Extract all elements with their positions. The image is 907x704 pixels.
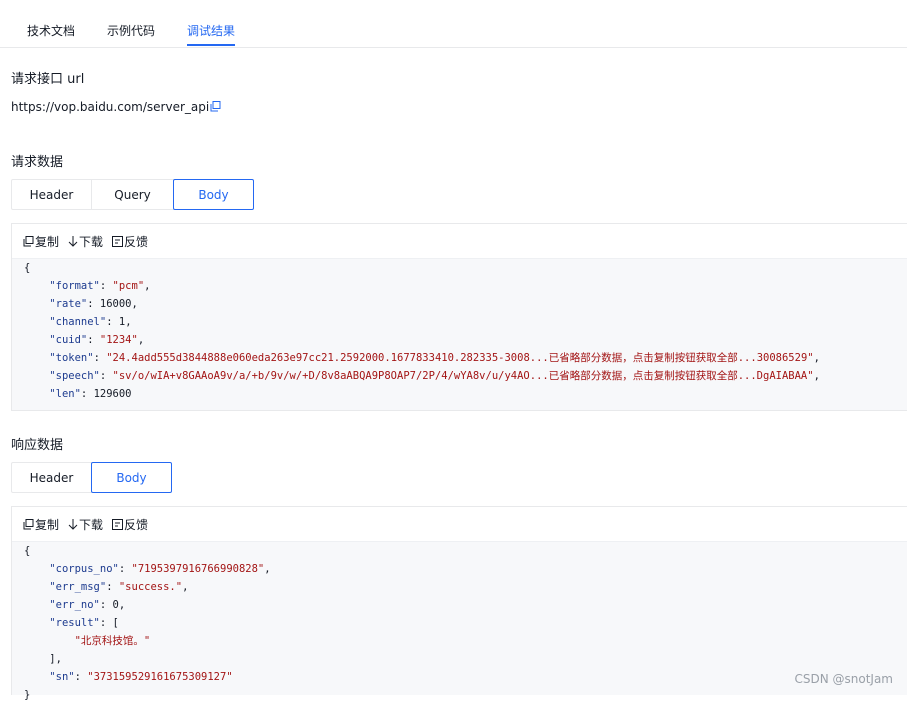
response-data-heading: 响应数据 [11,438,64,453]
json-key: "err_no" [49,599,100,611]
code-line: "北京科技馆。" [24,632,907,650]
request-feedback-button[interactable]: 反馈 [112,233,148,250]
json-key: "err_msg" [49,581,107,593]
feedback-icon [112,235,124,247]
code-line: "result": [ [49,617,119,629]
json-key: "token" [49,352,94,364]
json-value: 129600 [93,388,132,400]
json-value: "success." [118,581,183,593]
request-download-button[interactable]: 下载 [68,233,103,250]
request-toolbar: 复制 下载 反馈 [12,224,907,259]
request-body-tab[interactable]: Body [173,179,254,210]
json-key: "result" [49,617,100,629]
json-key: "rate" [49,298,88,310]
request-query-tab[interactable]: Query [91,179,174,210]
arrow-down-icon [68,235,78,247]
code-line: "len": 129600 [49,388,132,400]
response-body-panel: 复制 下载 反馈 { "corpus_no": "719539791676699… [11,506,907,701]
json-string-value: "北京科技馆。" [74,635,151,647]
json-key: "cuid" [49,334,88,346]
tab-debug-result[interactable]: 调试结果 [187,22,235,39]
code-line: "channel": 1, [49,316,132,328]
request-header-tab[interactable]: Header [11,179,92,210]
json-key: "format" [49,280,100,292]
download-label: 下载 [79,517,104,532]
code-line: "cuid": "1234", [49,334,145,346]
response-copy-button[interactable]: 复制 [23,516,59,533]
code-line: "rate": 16000, [49,298,138,310]
arrow-down-icon [68,518,78,530]
code-line: } [24,689,31,701]
json-value: [ [112,617,119,629]
json-key: "channel" [49,316,107,328]
request-data-heading: 请求数据 [11,155,64,170]
json-key: "corpus_no" [49,563,119,575]
json-value: 0 [112,599,119,611]
json-key: "sn" [49,671,75,683]
json-key: "len" [49,388,81,400]
request-json-code: { "format": "pcm", "rate": 16000, "chann… [12,259,907,403]
response-toolbar: 复制 下载 反馈 [12,507,907,542]
endpoint-url: https://vop.baidu.com/server_api [11,100,210,114]
response-segment-control: Header Body [11,462,172,493]
response-body-tab[interactable]: Body [91,462,172,493]
json-key: "speech" [49,370,100,382]
active-tab-indicator [187,44,235,46]
code-line: { [24,545,31,557]
json-value: "373159529161675309127" [87,671,233,683]
response-download-button[interactable]: 下载 [68,516,103,533]
tab-tech-docs[interactable]: 技术文档 [27,22,75,39]
json-value: 16000 [99,298,132,310]
copy-label: 复制 [35,234,60,249]
response-json-code: { "corpus_no": "7195397916766990828", "e… [12,542,907,704]
copy-icon [23,518,34,529]
endpoint-heading: 请求接口 url [11,72,85,87]
watermark: CSDN @snotJam [794,672,893,686]
response-header-tab[interactable]: Header [11,462,92,493]
code-line: "token": "24.4add555d3844888e060eda263e9… [49,352,820,364]
json-value: 1 [118,316,126,328]
json-value: "1234" [99,334,138,346]
code-line: ], [24,653,62,665]
code-line: { [24,262,31,274]
code-line: "corpus_no": "7195397916766990828", [49,563,271,575]
request-copy-button[interactable]: 复制 [23,233,59,250]
json-value: "sv/o/wIA+v8GAAoA9v/a/+b/9v/w/+D/8v8aABQ… [112,370,814,382]
top-tab-bar: 技术文档 示例代码 调试结果 [0,0,907,48]
feedback-label: 反馈 [124,234,149,249]
response-feedback-button[interactable]: 反馈 [112,516,148,533]
json-value: "7195397916766990828" [131,563,265,575]
copy-label: 复制 [35,517,60,532]
json-value: "24.4add555d3844888e060eda263e97cc21.259… [106,352,814,364]
feedback-icon [112,518,124,530]
code-line: "err_no": 0, [49,599,126,611]
code-line: "format": "pcm", [49,280,151,292]
code-line: "sn": "373159529161675309127" [49,671,233,683]
request-body-panel: 复制 下载 反馈 { "format": "pcm", "rate": 1600… [11,223,907,411]
tab-sample-code[interactable]: 示例代码 [107,22,155,39]
copy-url-icon[interactable] [210,101,221,112]
code-line: "err_msg": "success.", [49,581,189,593]
code-line: "speech": "sv/o/wIA+v8GAAoA9v/a/+b/9v/w/… [49,370,820,382]
json-value: "pcm" [112,280,145,292]
download-label: 下载 [79,234,104,249]
feedback-label: 反馈 [124,517,149,532]
copy-icon [23,235,34,246]
request-segment-control: Header Query Body [11,179,254,210]
